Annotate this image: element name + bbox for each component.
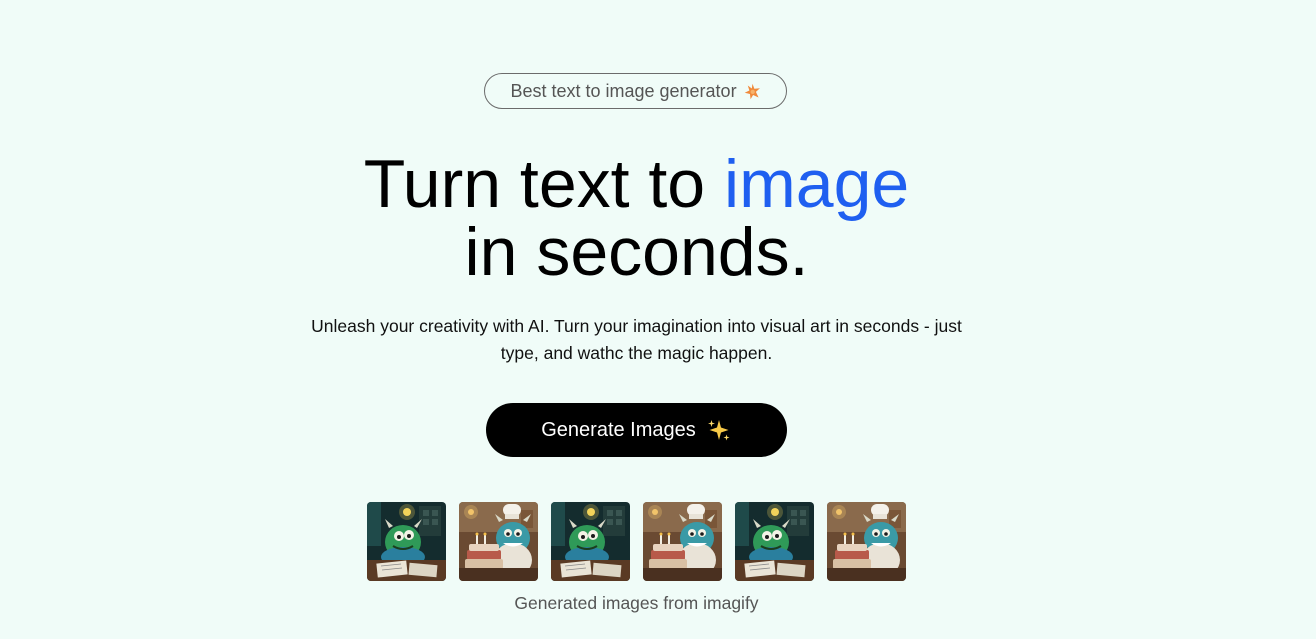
gallery-image[interactable]: [643, 502, 722, 581]
star-icon: [744, 83, 760, 99]
hero-section: Best text to image generator Turn text t…: [0, 0, 1316, 639]
gallery-caption: Generated images from imagify: [514, 593, 759, 613]
headline-accent: image: [724, 146, 910, 222]
sample-images-gallery: [367, 502, 906, 581]
generate-images-label: Generate Images: [541, 418, 696, 441]
gallery-image[interactable]: [459, 502, 538, 581]
sparkles-icon: [707, 420, 730, 441]
gallery-image[interactable]: [551, 502, 630, 581]
gallery-image[interactable]: [735, 502, 814, 581]
hero-description: Unleash your creativity with AI. Turn yo…: [311, 316, 962, 363]
badge-label: Best text to image generator: [510, 80, 737, 101]
generate-images-button[interactable]: Generate Images: [486, 403, 787, 457]
gallery-image[interactable]: [367, 502, 446, 581]
badge: Best text to image generator: [484, 73, 787, 109]
headline-part1: Turn text to: [363, 146, 725, 222]
headline-part2: in seconds.: [464, 214, 809, 290]
gallery-image[interactable]: [827, 502, 906, 581]
page-title: Turn text to image in seconds.: [0, 150, 1273, 286]
